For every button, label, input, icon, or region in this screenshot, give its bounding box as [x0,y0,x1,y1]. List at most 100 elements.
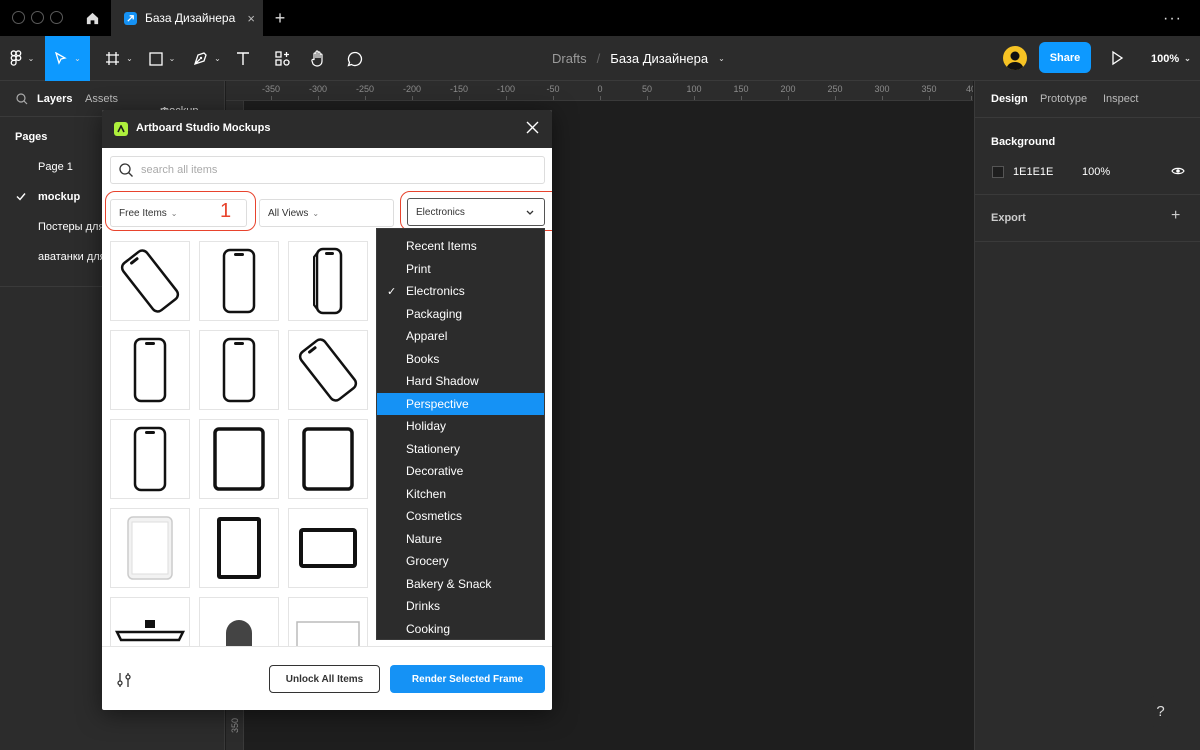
cursor-icon [55,51,67,65]
page-item-current[interactable]: mockup [38,191,80,203]
dialog-title: Artboard Studio Mockups [136,122,271,134]
eye-icon[interactable] [1171,166,1185,176]
tab-title: База Дизайнера [145,11,236,25]
main-menu-button[interactable]: ⌄ [0,36,44,81]
resources-button[interactable] [270,36,294,81]
mockup-thumbnail-phone-front[interactable] [110,330,190,410]
background-opacity-input[interactable]: 100% [1082,166,1110,178]
dropdown-item[interactable]: Nature [377,528,544,551]
render-selected-frame-button[interactable]: Render Selected Frame [390,665,545,693]
dropdown-item[interactable]: Perspective [377,392,544,415]
tab-prototype[interactable]: Prototype [1040,93,1087,105]
ruler-tick [788,96,789,100]
tab-design[interactable]: Design [991,93,1028,105]
chevron-down-icon: ⌄ [168,54,176,63]
background-color-swatch[interactable] [992,166,1004,178]
frame-tool-button[interactable]: ⌄ [100,36,138,81]
unlock-all-items-button[interactable]: Unlock All Items [269,665,380,693]
search-input[interactable] [141,157,536,183]
tab-close-icon[interactable]: × [247,11,255,26]
mockup-thumbnail-phone-perspective[interactable] [288,330,368,410]
home-icon[interactable] [74,0,110,36]
dropdown-item-label: Grocery [406,554,449,569]
dropdown-item[interactable]: Decorative [377,460,544,483]
file-tab[interactable]: База Дизайнера × [111,0,263,36]
dropdown-item[interactable]: Packaging [377,303,544,326]
page-item[interactable]: Постеры для [38,221,104,233]
dropdown-item[interactable]: Apparel [377,325,544,348]
dropdown-item-label: Hard Shadow [406,374,479,389]
ruler-tick [553,96,554,100]
dropdown-item-label: Decorative [406,464,464,479]
tab-assets[interactable]: Assets [85,93,118,105]
comment-tool-button[interactable] [343,36,367,81]
present-play-icon[interactable] [1110,50,1124,66]
page-item[interactable]: аватанки для [38,251,106,263]
dropdown-item[interactable]: Stationery [377,438,544,461]
zoom-dropdown[interactable]: 100% ⌄ [1151,36,1191,81]
background-hex-input[interactable]: 1E1E1E [1013,166,1053,178]
more-options-icon[interactable]: ··· [1163,10,1182,28]
window-maximize-dot[interactable] [50,11,63,24]
pen-tool-button[interactable]: ⌄ [188,36,226,81]
dropdown-item[interactable]: Grocery [377,550,544,573]
mockup-thumbnail-mouse[interactable] [199,597,279,646]
settings-sliders-icon[interactable] [117,672,131,688]
tab-inspect[interactable]: Inspect [1103,93,1138,105]
dropdown-item[interactable]: Books [377,348,544,371]
tablet-front-icon [302,427,354,491]
mockup-thumbnail-phone-front[interactable] [110,419,190,499]
dropdown-item[interactable]: Cooking [377,618,544,640]
mockup-thumbnail-monitor[interactable] [110,597,190,646]
dropdown-item-label: Perspective [406,396,469,411]
dropdown-item[interactable]: Bakery & Snack [377,573,544,596]
page-item[interactable]: Page 1 [38,161,73,173]
mockup-thumbnail-frame[interactable] [288,597,368,646]
window-minimize-dot[interactable] [31,11,44,24]
dropdown-item[interactable]: Cosmetics [377,505,544,528]
ruler-tick-label: -300 [308,84,328,94]
breadcrumb-drafts[interactable]: Drafts [552,51,587,66]
text-icon [237,52,249,65]
ruler-tick-label: 200 [780,84,796,94]
mockup-thumbnail-phone-perspective[interactable] [110,241,190,321]
ruler-tick [694,96,695,100]
mockup-thumbnail-phone-front[interactable] [199,241,279,321]
new-tab-button[interactable]: + [268,0,292,36]
dropdown-item[interactable]: Kitchen [377,483,544,506]
dropdown-item[interactable]: Print [377,258,544,281]
ruler-vertical-label: 350 [230,717,240,733]
dropdown-item[interactable]: Holiday [377,415,544,438]
pen-icon [194,52,207,66]
dropdown-item[interactable]: Recent Items [377,235,544,258]
mockup-thumbnail-tablet-black[interactable] [199,508,279,588]
move-tool-button[interactable]: ⌄ [45,36,90,81]
search-icon[interactable] [16,93,28,105]
mockup-thumbnail-tablet-landscape[interactable] [288,508,368,588]
chevron-down-icon[interactable]: ⌄ [718,54,725,63]
hand-tool-button[interactable] [306,36,330,81]
tab-layers[interactable]: Layers [37,93,72,105]
dropdown-item[interactable]: Hard Shadow [377,370,544,393]
views-filter-select[interactable]: All Views ⌄ [259,199,394,227]
add-export-icon[interactable]: + [1171,207,1180,225]
mockup-thumbnail-tablet-white[interactable] [110,508,190,588]
dropdown-item[interactable]: Drinks [377,595,544,618]
ruler-horizontal: -350 -300 -250 -200 -150 -100 -50 0 50 100 150 200 2… [226,81,973,101]
share-button[interactable]: Share [1039,42,1091,73]
mockup-thumbnail-phone-front[interactable] [199,330,279,410]
dropdown-item[interactable]: ✓ Electronics [377,280,544,303]
shape-tool-button[interactable]: ⌄ [143,36,181,81]
mockup-thumbnail-tablet-front[interactable] [199,419,279,499]
close-icon[interactable] [526,121,539,134]
window-close-dot[interactable] [12,11,25,24]
file-name[interactable]: База Дизайнера [610,51,708,66]
help-button[interactable]: ? [1144,695,1177,728]
search-field[interactable] [110,156,545,184]
mockup-thumbnail-phone-side[interactable] [288,241,368,321]
mockup-thumbnail-tablet-front[interactable] [288,419,368,499]
avatar[interactable] [1003,46,1027,70]
ruler-tick-label: 150 [733,84,749,94]
text-tool-button[interactable] [231,36,255,81]
chevron-down-icon: ⌄ [74,54,81,63]
